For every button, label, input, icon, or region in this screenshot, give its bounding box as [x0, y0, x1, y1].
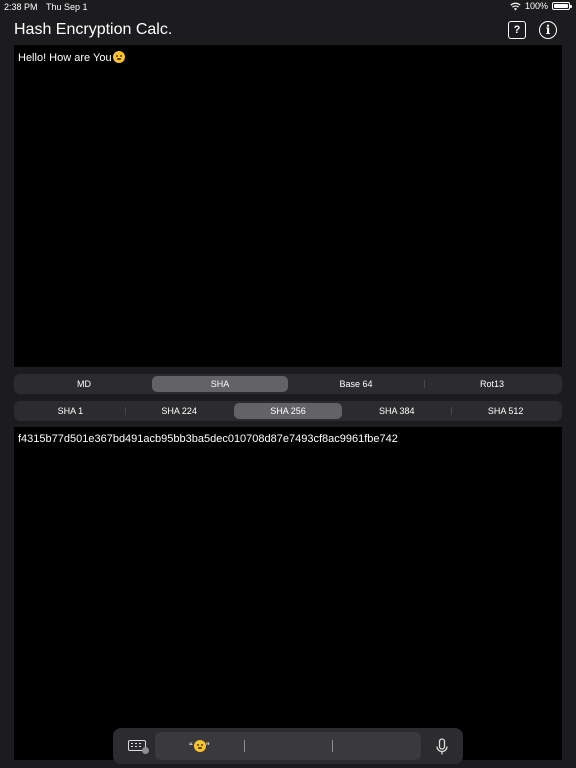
tab-md[interactable]: MD — [16, 376, 152, 392]
help-icon[interactable]: ? — [508, 21, 526, 39]
battery-fill — [554, 4, 568, 8]
info-icon[interactable]: i — [539, 21, 557, 39]
wifi-icon — [510, 2, 521, 10]
tab-sha-1[interactable]: SHA 1 — [16, 403, 125, 419]
battery-percent: 100% — [524, 1, 548, 11]
tab-sha-384[interactable]: SHA 384 — [342, 403, 451, 419]
page-title: Hash Encryption Calc. — [14, 21, 173, 38]
input-text-area[interactable]: Hello! How are You — [14, 45, 562, 367]
battery-icon — [552, 2, 572, 10]
hash-output: f4315b77d501e367bd491acb95bb3ba5dec01070… — [18, 433, 398, 445]
keyboard-icon[interactable] — [128, 740, 149, 754]
help-glyph: ? — [513, 24, 521, 36]
nav-bar: Hash Encryption Calc. ? i — [0, 14, 576, 46]
status-right: 100% — [510, 1, 572, 11]
tab-sha[interactable]: SHA — [152, 376, 288, 392]
suggestion-empty-2[interactable] — [332, 740, 421, 752]
output-text-area[interactable]: f4315b77d501e367bd491acb95bb3ba5dec01070… — [14, 427, 562, 760]
algorithm-segmented-control: MD SHA Base 64 Rot13 — [14, 374, 562, 394]
info-glyph: i — [545, 23, 551, 37]
tab-sha-512[interactable]: SHA 512 — [451, 403, 560, 419]
suggestion-emoji[interactable]: “” — [155, 739, 244, 753]
tab-sha-256[interactable]: SHA 256 — [233, 403, 343, 419]
predictive-suggestions: “” — [155, 732, 421, 760]
keyboard-shortcut-bar: “” — [113, 728, 463, 764]
microphone-icon[interactable] — [435, 738, 449, 756]
status-bar: 2:38 PM Thu Sep 1 100% — [0, 0, 576, 14]
input-text: Hello! How are You — [18, 52, 112, 64]
face-with-hand-over-mouth-icon — [112, 51, 125, 63]
status-time: 2:38 PM — [4, 2, 38, 12]
suggestion-empty-1[interactable] — [243, 740, 333, 752]
sha-variant-segmented-control: SHA 1 SHA 224 SHA 256 SHA 384 SHA 512 — [14, 401, 562, 421]
tab-rot13[interactable]: Rot13 — [424, 376, 560, 392]
face-with-hand-over-mouth-icon — [193, 739, 206, 752]
tab-base-64[interactable]: Base 64 — [288, 376, 424, 392]
tab-sha-224[interactable]: SHA 224 — [124, 403, 234, 419]
status-date: Thu Sep 1 — [46, 2, 88, 12]
